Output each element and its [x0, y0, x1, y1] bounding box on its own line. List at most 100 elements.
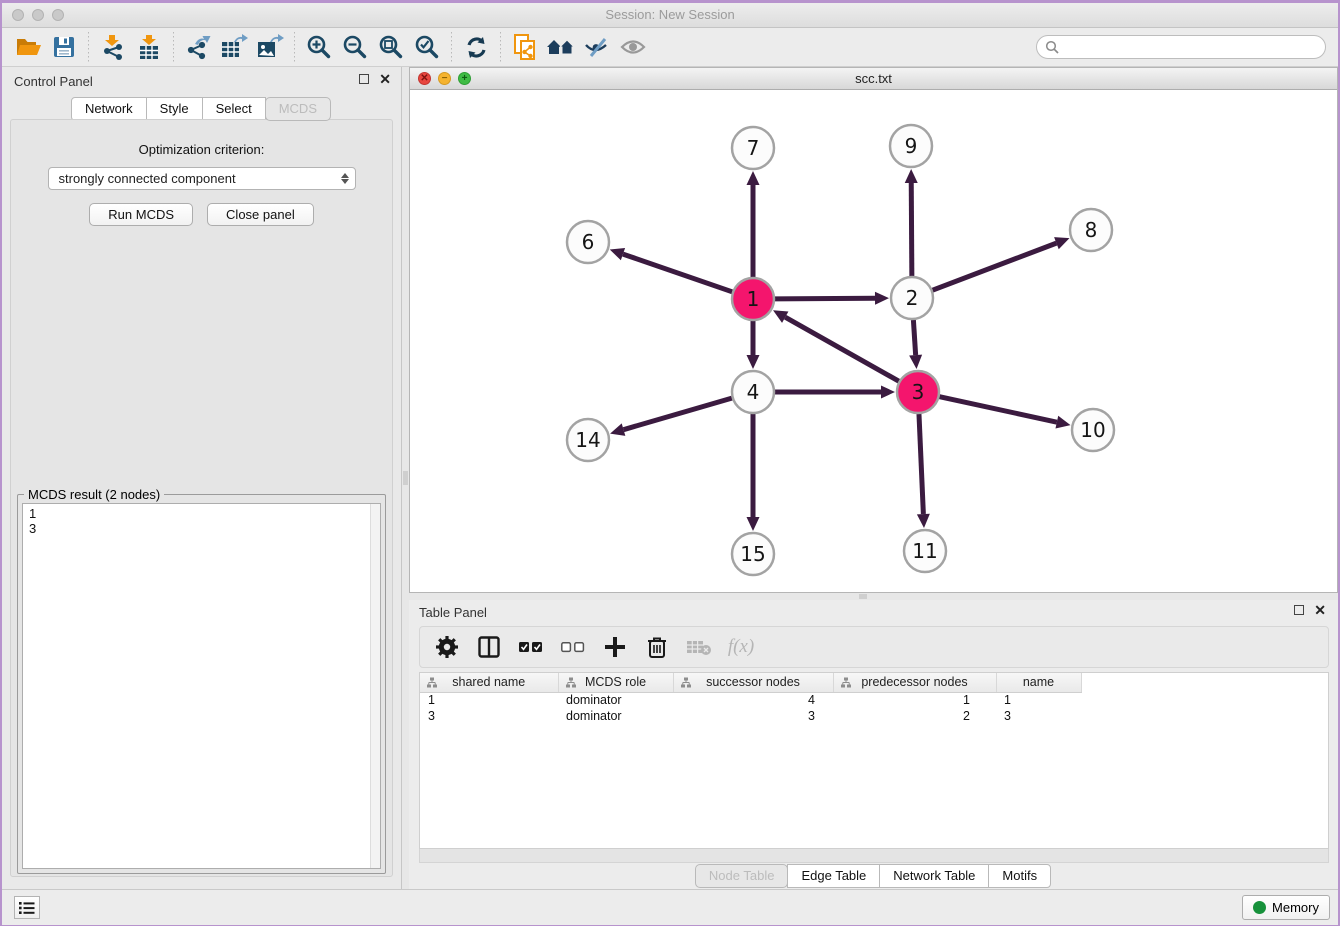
- tab-select[interactable]: Select: [202, 97, 266, 121]
- import-network-button[interactable]: [95, 31, 131, 63]
- import-table-button[interactable]: [131, 31, 167, 63]
- search-input[interactable]: [1060, 37, 1325, 57]
- result-scrollbar[interactable]: [370, 504, 380, 868]
- edge-arrowhead: [610, 423, 625, 435]
- graph-node-label: 3: [912, 380, 925, 404]
- zoom-selected-icon: [414, 34, 440, 60]
- memory-label: Memory: [1272, 900, 1319, 915]
- table-tabs: Node TableEdge TableNetwork TableMotifs: [409, 864, 1338, 888]
- refresh-icon: [464, 35, 489, 60]
- graph-node-label: 14: [575, 428, 600, 452]
- application-window: Session: New Session: [2, 3, 1338, 925]
- close-panel-button[interactable]: Close panel: [207, 203, 314, 226]
- open-session-button[interactable]: [10, 31, 46, 63]
- toolbar-separator: [294, 32, 295, 62]
- toolbar-separator: [173, 32, 174, 62]
- edge-arrowhead: [881, 386, 895, 399]
- clone-network-icon: [512, 33, 538, 61]
- zoom-in-button[interactable]: [301, 31, 337, 63]
- status-bar: Memory: [2, 889, 1338, 925]
- table-settings-button[interactable]: [430, 630, 464, 664]
- zoom-out-button[interactable]: [337, 31, 373, 63]
- function-builder-button[interactable]: f(x): [724, 630, 758, 664]
- hierarchy-icon: [680, 677, 692, 689]
- tab-network[interactable]: Network: [71, 97, 147, 121]
- graph-edge[interactable]: [939, 397, 1056, 422]
- create-column-button[interactable]: [598, 630, 632, 664]
- run-mcds-button[interactable]: Run MCDS: [89, 203, 193, 226]
- graph-node-label: 1: [747, 287, 760, 311]
- select-all-columns-button[interactable]: [514, 630, 548, 664]
- import-table-icon: [136, 34, 162, 60]
- col-mcds-role[interactable]: MCDS role: [558, 673, 673, 692]
- tab-motifs[interactable]: Motifs: [988, 864, 1051, 888]
- export-network-button[interactable]: [180, 31, 216, 63]
- zoom-fit-button[interactable]: [373, 31, 409, 63]
- mcds-result-text[interactable]: 1 3: [22, 503, 381, 869]
- export-image-button[interactable]: [252, 31, 288, 63]
- delete-table-button[interactable]: [682, 630, 716, 664]
- graph-edge[interactable]: [624, 398, 732, 430]
- float-panel-icon[interactable]: [359, 74, 369, 84]
- memory-status-icon: [1253, 901, 1266, 914]
- refresh-button[interactable]: [458, 31, 494, 63]
- export-network-icon: [185, 34, 211, 60]
- zoom-selected-button[interactable]: [409, 31, 445, 63]
- delete-column-button[interactable]: [640, 630, 674, 664]
- task-history-button[interactable]: [14, 896, 40, 919]
- tab-mcds[interactable]: MCDS: [265, 97, 331, 121]
- tab-edge-table[interactable]: Edge Table: [787, 864, 880, 888]
- graph-edge[interactable]: [933, 243, 1057, 290]
- open-folder-icon: [15, 35, 42, 59]
- table-row[interactable]: 3 dominator 3 2 3: [420, 708, 1081, 724]
- graph-edge[interactable]: [775, 298, 875, 299]
- graph-edge[interactable]: [913, 320, 915, 355]
- clone-network-button[interactable]: [507, 31, 543, 63]
- network-window-titlebar[interactable]: ✕ − + scc.txt: [410, 68, 1337, 90]
- vertical-splitter[interactable]: [402, 67, 409, 889]
- tab-network-table[interactable]: Network Table: [879, 864, 989, 888]
- table-row[interactable]: 1 dominator 4 1 1: [420, 692, 1081, 708]
- hierarchy-icon: [426, 677, 438, 689]
- toggle-panes-button[interactable]: [472, 630, 506, 664]
- show-all-networks-button[interactable]: [543, 31, 579, 63]
- col-name[interactable]: name: [996, 673, 1081, 692]
- edge-arrowhead: [1054, 237, 1069, 249]
- criterion-select[interactable]: strongly connected component: [48, 167, 356, 190]
- hierarchy-icon: [565, 677, 577, 689]
- edge-arrowhead: [747, 171, 760, 185]
- graph-edge[interactable]: [919, 414, 923, 514]
- graph-edge[interactable]: [911, 183, 912, 276]
- tab-node-table[interactable]: Node Table: [695, 864, 789, 888]
- horizontal-splitter[interactable]: [409, 593, 1338, 600]
- search-box[interactable]: [1036, 35, 1326, 59]
- col-predecessor-nodes[interactable]: predecessor nodes: [833, 673, 996, 692]
- gear-icon: [436, 636, 458, 658]
- col-shared-name[interactable]: shared name: [420, 673, 558, 692]
- table-panel: Table Panel ✕ f(x): [409, 600, 1338, 889]
- col-successor-nodes[interactable]: successor nodes: [673, 673, 833, 692]
- export-table-button[interactable]: [216, 31, 252, 63]
- edge-arrowhead: [747, 355, 760, 369]
- search-icon: [1045, 40, 1060, 55]
- memory-button[interactable]: Memory: [1242, 895, 1330, 920]
- graph-edge[interactable]: [785, 317, 899, 381]
- optimization-criterion-label: Optimization criterion:: [11, 142, 392, 157]
- network-canvas[interactable]: 1234678910111415: [410, 90, 1337, 592]
- graph-edge[interactable]: [623, 254, 732, 292]
- close-table-panel-icon[interactable]: ✕: [1314, 605, 1326, 615]
- close-panel-icon[interactable]: ✕: [379, 74, 391, 84]
- tab-style[interactable]: Style: [146, 97, 203, 121]
- hide-selected-button[interactable]: [579, 31, 615, 63]
- deselect-all-columns-button[interactable]: [556, 630, 590, 664]
- edge-arrowhead: [610, 248, 625, 260]
- select-stepper-icon: [341, 173, 349, 184]
- plus-icon: [605, 637, 625, 657]
- show-hidden-button[interactable]: [615, 31, 651, 63]
- save-session-button[interactable]: [46, 31, 82, 63]
- graph-node-label: 8: [1085, 218, 1098, 242]
- float-table-panel-icon[interactable]: [1294, 605, 1304, 615]
- zoom-out-icon: [342, 34, 368, 60]
- toolbar-separator: [88, 32, 89, 62]
- edge-arrowhead: [1055, 416, 1070, 429]
